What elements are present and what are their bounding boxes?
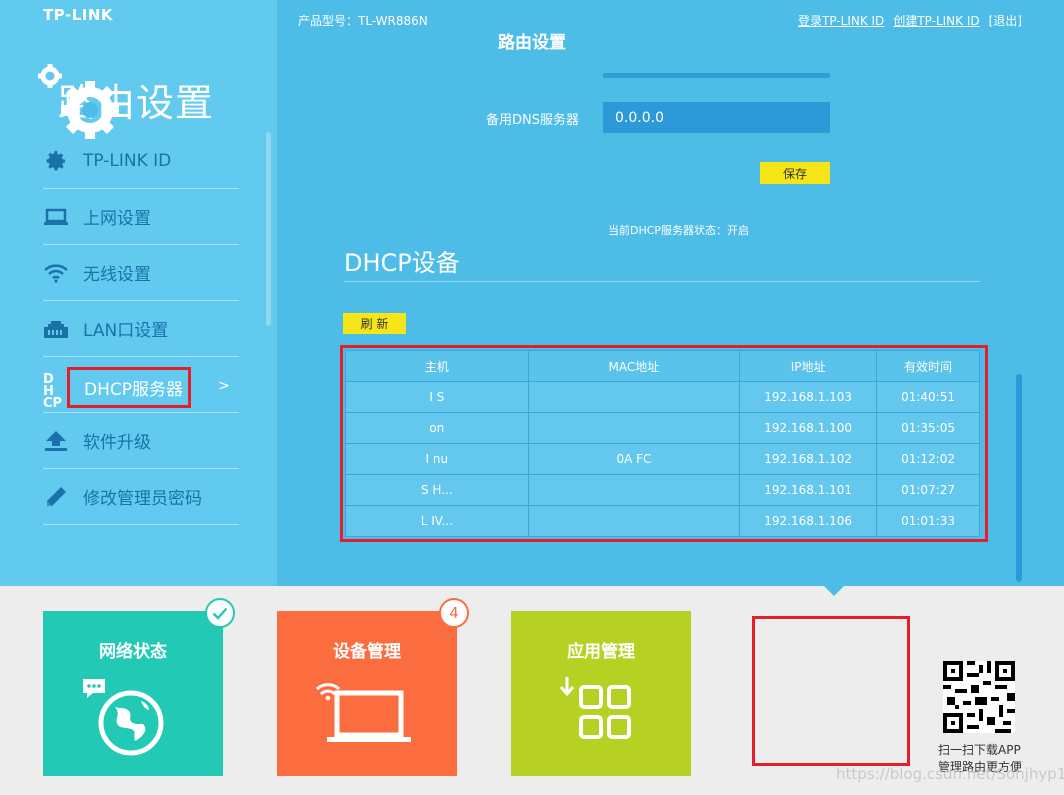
sidebar-item-wireless[interactable]: 无线设置 bbox=[43, 245, 239, 301]
tile-app-management[interactable]: 应用管理 bbox=[511, 611, 691, 776]
upload-icon bbox=[43, 428, 69, 454]
apps-grid-icon bbox=[559, 677, 631, 739]
login-tplink-id-link[interactable]: 登录TP-LINK ID bbox=[798, 12, 884, 29]
qr-caption-line: 扫一扫下载APP bbox=[938, 743, 1021, 757]
router-tile-highlight bbox=[752, 616, 910, 766]
tp-link-logo: TP-LINK bbox=[43, 6, 114, 24]
main-scrollbar[interactable] bbox=[1016, 374, 1022, 582]
save-button[interactable]: 保存 bbox=[760, 162, 830, 184]
qr-code bbox=[943, 661, 1015, 733]
status-ok-badge bbox=[205, 598, 235, 628]
sidebar-item-password[interactable]: 修改管理员密码 bbox=[43, 469, 239, 525]
sidebar-item-label: 修改管理员密码 bbox=[83, 489, 202, 509]
chevron-right-icon: > bbox=[218, 378, 230, 394]
dhcp-icon: DH CP bbox=[43, 372, 63, 411]
active-tile-pointer bbox=[824, 586, 844, 596]
tile-label: 应用管理 bbox=[567, 642, 635, 662]
dhcp-menu-highlight[interactable]: DHCP服务器 bbox=[67, 367, 191, 408]
sidebar-item-label: LAN口设置 bbox=[83, 321, 169, 341]
tile-network-status[interactable]: 网络状态 bbox=[43, 611, 223, 776]
tile-label: 路由设置 bbox=[498, 33, 566, 53]
secondary-dns-label: 备用DNS服务器 bbox=[486, 113, 579, 128]
wifi-icon bbox=[43, 260, 69, 286]
section-divider bbox=[344, 281, 980, 282]
secondary-dns-input[interactable] bbox=[603, 102, 830, 133]
pencil-icon bbox=[43, 484, 69, 510]
gear-icon bbox=[43, 148, 69, 174]
sidebar-item-label: 上网设置 bbox=[83, 209, 151, 229]
tile-device-management[interactable]: 设备管理 bbox=[277, 611, 457, 776]
create-tplink-id-link[interactable]: 创建TP-LINK ID bbox=[893, 12, 979, 29]
sidebar-item-upgrade[interactable]: 软件升级 bbox=[43, 413, 239, 469]
laptop-wifi-icon bbox=[315, 683, 411, 742]
sidebar-item-label: 软件升级 bbox=[83, 433, 151, 453]
refresh-button[interactable]: 刷 新 bbox=[343, 313, 406, 334]
model-number: 产品型号：TL-WR886N bbox=[298, 14, 428, 28]
lan-port-icon bbox=[43, 316, 69, 342]
laptop-icon bbox=[43, 204, 69, 230]
logout-link[interactable]: [退出] bbox=[989, 12, 1022, 29]
sidebar-scrollbar[interactable] bbox=[266, 132, 271, 326]
checkmark-icon bbox=[212, 607, 228, 620]
sidebar-item-label: DHCP服务器 bbox=[84, 380, 183, 400]
dns-primary-field-edge bbox=[603, 73, 830, 78]
gears-icon bbox=[38, 64, 119, 139]
account-links: 登录TP-LINK ID 创建TP-LINK ID [退出] bbox=[798, 12, 1022, 29]
watermark-text: https://blog.csdn.net/Sonjhyp11 bbox=[836, 765, 1064, 783]
sidebar-item-lan[interactable]: LAN口设置 bbox=[43, 301, 239, 357]
sidebar-item-label: TP-LINK ID bbox=[83, 150, 172, 171]
device-count-badge: 4 bbox=[439, 598, 469, 628]
table-highlight-box bbox=[340, 345, 988, 542]
tile-label: 网络状态 bbox=[99, 642, 167, 662]
globe-chat-icon bbox=[83, 679, 164, 756]
dhcp-status-text: 当前DHCP服务器状态：开启 bbox=[608, 224, 750, 237]
sidebar-item-internet[interactable]: 上网设置 bbox=[43, 189, 239, 245]
tile-label: 设备管理 bbox=[333, 642, 401, 662]
sidebar-item-label: 无线设置 bbox=[83, 265, 151, 285]
section-title: DHCP设备 bbox=[344, 249, 460, 277]
